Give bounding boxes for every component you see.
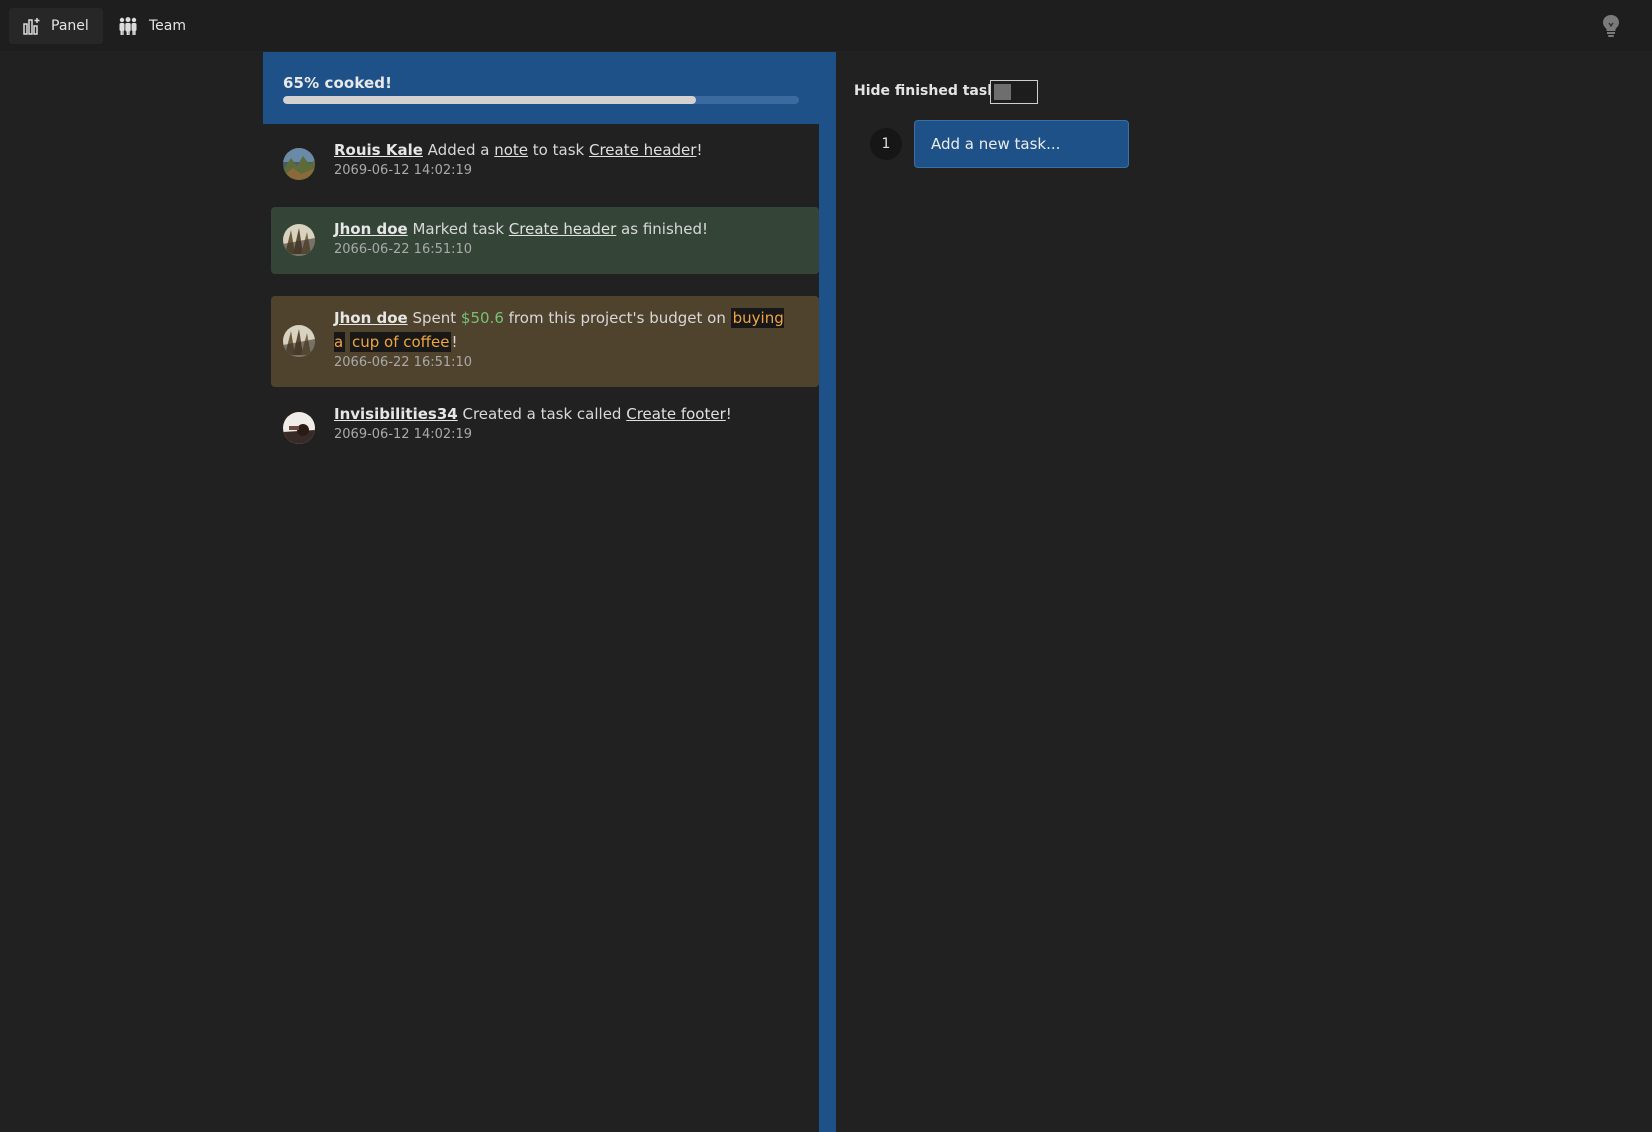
activity-punct: ! xyxy=(451,333,458,351)
avatar xyxy=(283,148,315,180)
task-link[interactable]: Create footer xyxy=(626,405,726,423)
activity-user-link[interactable]: Jhon doe xyxy=(334,220,408,238)
team-icon xyxy=(119,17,137,35)
nav-team-label: Team xyxy=(149,18,187,34)
activity-punct: ! xyxy=(696,141,703,159)
activity-verb: Spent xyxy=(412,309,457,327)
nav-panel-button[interactable]: Panel xyxy=(9,8,103,44)
activity-item-finished: Jhon doe Marked task Create header as fi… xyxy=(271,207,819,274)
task-link[interactable]: Create header xyxy=(589,141,696,159)
activity-text: Rouis Kale Added a note to task Create h… xyxy=(334,138,794,180)
amount-spent: $50.6 xyxy=(460,309,504,327)
activity-verb: Created a task called xyxy=(462,405,622,423)
theme-toggle-button[interactable] xyxy=(1600,14,1622,38)
chart-plus-icon xyxy=(23,18,40,35)
activity-feed-column: 65% cooked! Rouis Kale Added a note to t… xyxy=(263,52,836,1132)
activity-item: Invisibilities34 Created a task called C… xyxy=(271,392,819,460)
activity-verb: as finished! xyxy=(621,220,709,238)
activity-item-budget: Jhon doe Spent $50.6 from this project's… xyxy=(271,296,819,387)
hide-finished-label: Hide finished tasks xyxy=(854,83,1005,99)
activity-user-link[interactable]: Invisibilities34 xyxy=(334,405,458,423)
activity-text: Jhon doe Spent $50.6 from this project's… xyxy=(334,306,794,372)
nav-panel-label: Panel xyxy=(51,18,89,34)
avatar xyxy=(283,224,315,256)
hide-finished-toggle[interactable] xyxy=(990,80,1038,104)
progress-label: 65% cooked! xyxy=(283,74,393,92)
activity-text: Invisibilities34 Created a task called C… xyxy=(334,402,794,444)
task-number-badge: 1 xyxy=(870,128,902,160)
nav-team-button[interactable]: Team xyxy=(103,8,200,44)
progress-bar xyxy=(283,96,799,104)
activity-punct: ! xyxy=(725,405,732,423)
activity-verb: from this project's budget on xyxy=(508,309,726,327)
activity-timestamp: 2069-06-12 14:02:19 xyxy=(334,427,473,442)
activity-verb: Marked task xyxy=(412,220,505,238)
activity-item: Rouis Kale Added a note to task Create h… xyxy=(271,128,819,196)
toggle-knob xyxy=(994,84,1011,100)
lightbulb-icon xyxy=(1603,15,1619,37)
activity-user-link[interactable]: Jhon doe xyxy=(334,309,408,327)
activity-text: Jhon doe Marked task Create header as fi… xyxy=(334,217,794,259)
avatar xyxy=(283,325,315,357)
purchase-description: cup of coffee xyxy=(349,332,452,352)
progress-card: 65% cooked! xyxy=(263,52,836,124)
top-navigation-bar: Panel Team xyxy=(0,0,1652,52)
activity-timestamp: 2066-06-22 16:51:10 xyxy=(334,242,473,257)
activity-verb: to task xyxy=(532,141,585,159)
note-link[interactable]: note xyxy=(494,141,528,159)
task-link[interactable]: Create header xyxy=(509,220,616,238)
activity-timestamp: 2069-06-12 14:02:19 xyxy=(334,163,473,178)
column-divider xyxy=(819,124,836,1132)
activity-timestamp: 2066-06-22 16:51:10 xyxy=(334,355,473,370)
avatar xyxy=(283,412,315,444)
add-task-button[interactable]: Add a new task... xyxy=(914,120,1129,168)
activity-user-link[interactable]: Rouis Kale xyxy=(334,141,423,159)
activity-verb: Added a xyxy=(427,141,490,159)
progress-bar-fill xyxy=(283,96,696,104)
